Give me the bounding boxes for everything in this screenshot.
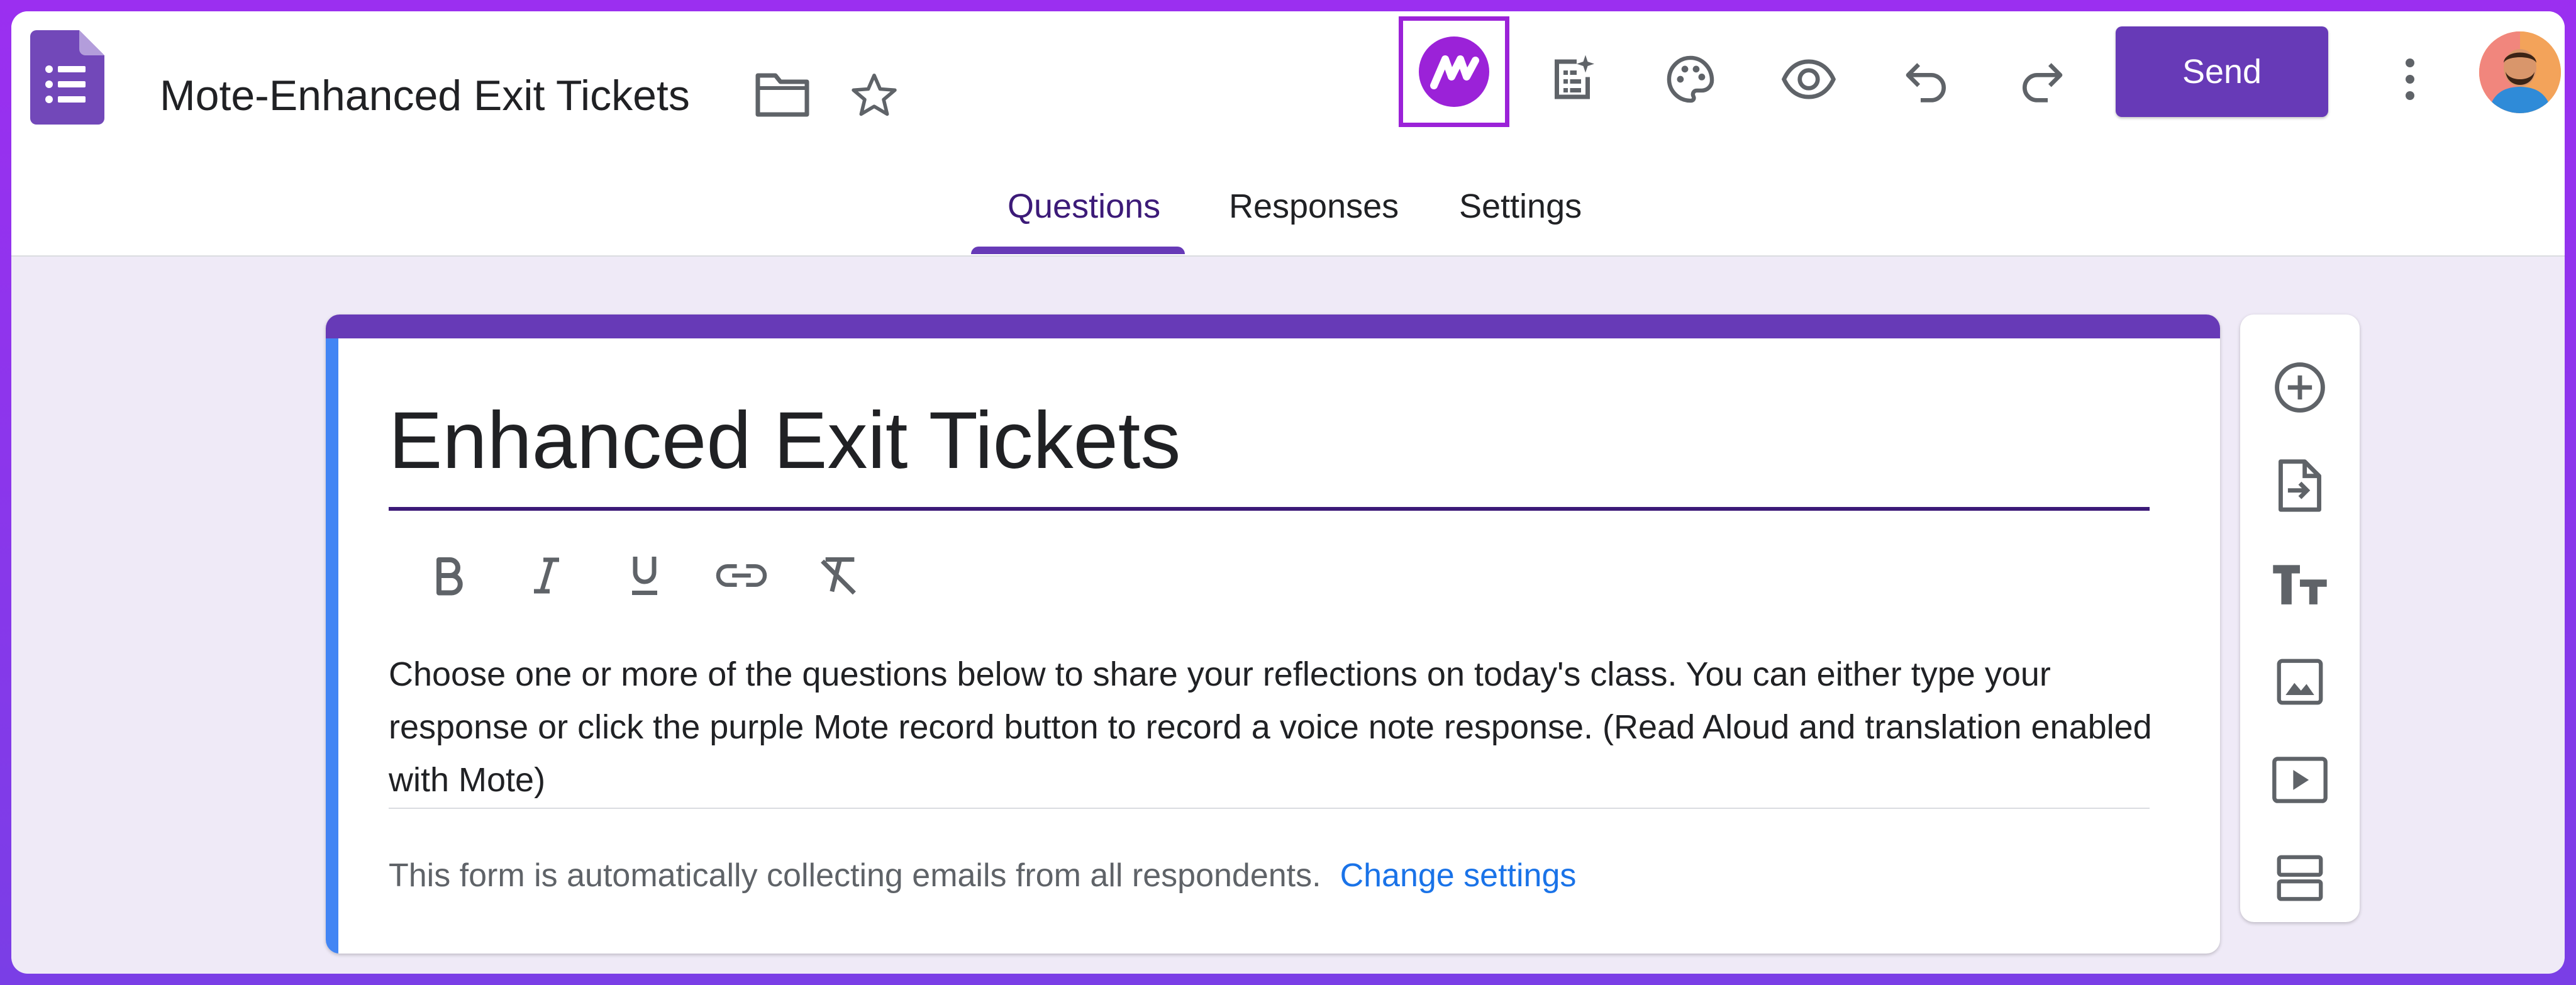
avatar[interactable]	[2479, 31, 2561, 113]
star-icon[interactable]	[843, 64, 906, 127]
preview-eye-icon[interactable]	[1777, 48, 1840, 111]
email-collection-notice: This form is automatically collecting em…	[389, 850, 1576, 901]
app-frame: Mote-Enhanced Exit Tickets Send Question…	[11, 11, 2565, 974]
forms-logo-icon[interactable]	[30, 30, 104, 125]
bold-icon[interactable]	[414, 541, 483, 610]
send-button[interactable]: Send	[2116, 26, 2328, 117]
link-icon[interactable]	[707, 541, 776, 610]
description-underline	[389, 808, 2150, 809]
change-settings-link[interactable]: Change settings	[1340, 857, 1577, 894]
more-vert-icon[interactable]	[2379, 48, 2441, 111]
italic-icon[interactable]	[512, 541, 581, 610]
form-header-card[interactable]: Enhanced Exit Tickets Choose one or more…	[326, 314, 2220, 954]
add-title-icon[interactable]	[2262, 546, 2338, 621]
document-title[interactable]: Mote-Enhanced Exit Tickets	[160, 58, 690, 133]
tab-questions[interactable]: Questions	[1008, 181, 1160, 231]
mote-extension-button[interactable]	[1399, 16, 1509, 127]
top-bar: Mote-Enhanced Exit Tickets Send Question…	[11, 11, 2565, 257]
email-notice-text: This form is automatically collecting em…	[389, 857, 1321, 894]
floating-toolbar	[2240, 314, 2360, 922]
active-card-indicator	[326, 338, 338, 954]
underline-icon[interactable]	[610, 541, 679, 610]
tab-settings[interactable]: Settings	[1459, 181, 1582, 231]
add-image-icon[interactable]	[2262, 644, 2338, 720]
import-questions-icon[interactable]	[2262, 448, 2338, 523]
add-question-icon[interactable]	[2262, 350, 2338, 425]
theme-color-bar	[326, 314, 2220, 338]
add-video-icon[interactable]	[2262, 742, 2338, 818]
quiz-ai-icon[interactable]	[1541, 48, 1604, 111]
redo-icon[interactable]	[2010, 48, 2073, 111]
undo-icon[interactable]	[1896, 48, 1958, 111]
form-title[interactable]: Enhanced Exit Tickets	[389, 394, 1180, 488]
form-description[interactable]: Choose one or more of the questions belo…	[389, 648, 2162, 806]
add-section-icon[interactable]	[2262, 840, 2338, 916]
folder-icon[interactable]	[751, 67, 814, 123]
active-tab-indicator	[971, 247, 1185, 254]
clear-format-icon[interactable]	[804, 541, 873, 610]
mote-extension-icon	[1419, 36, 1489, 107]
title-input-underline	[389, 507, 2150, 511]
palette-icon[interactable]	[1659, 48, 1722, 111]
tab-responses[interactable]: Responses	[1229, 181, 1399, 231]
